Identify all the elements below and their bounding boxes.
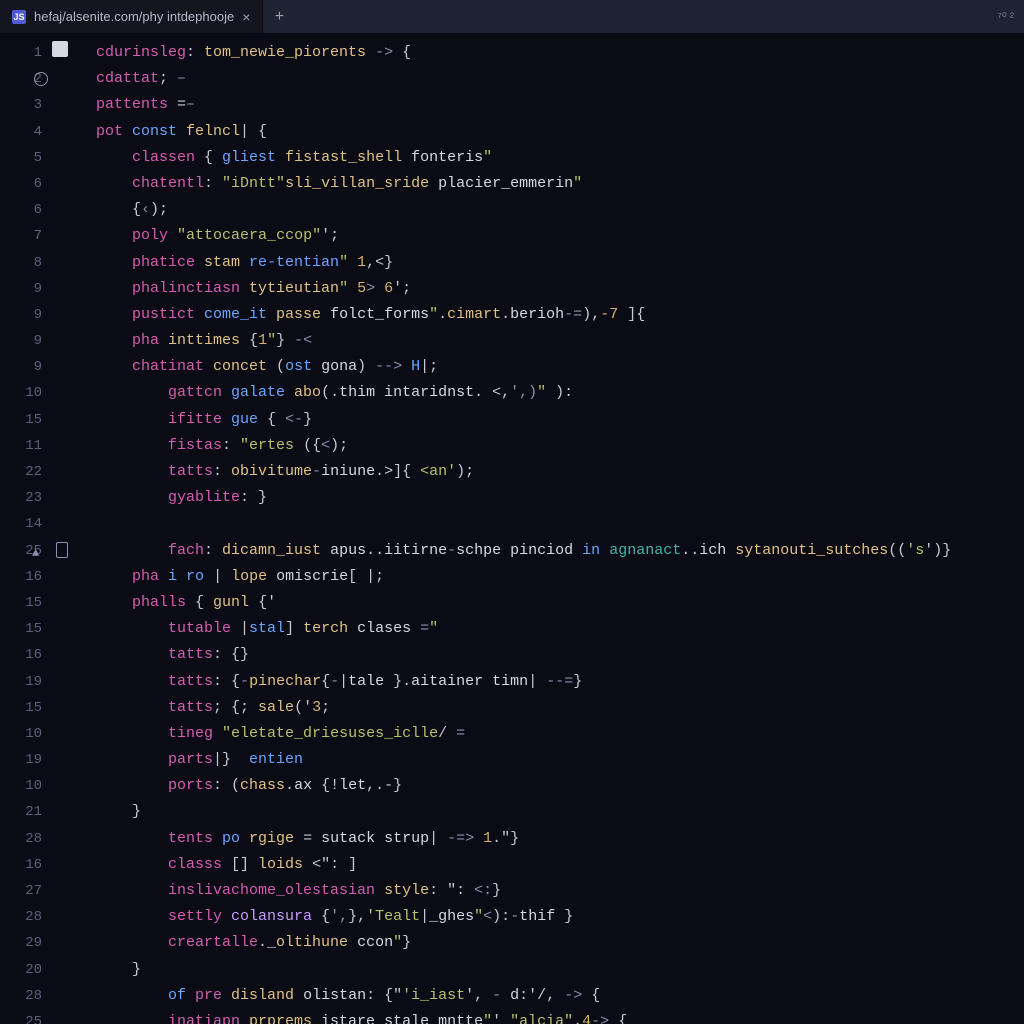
code-line[interactable]: pha i ro | lope omiscrie[ |; [96, 564, 1024, 590]
line-number: 29 [0, 930, 56, 956]
code-line[interactable]: tents po rgige = sutack strup| -=> 1."} [96, 826, 1024, 852]
line-number: 1 [0, 40, 56, 66]
code-content[interactable]: cdurinsleg: tom_newie_piorents -> {cdatt… [56, 34, 1024, 1024]
code-line[interactable]: phatice stam re-tentian" 1,<} [96, 250, 1024, 276]
code-line[interactable]: chatentl: "iDntt"sli_villan_sride placie… [96, 171, 1024, 197]
code-line[interactable]: classen { gliest fistast_shell fonteris" [96, 145, 1024, 171]
line-number: 11 [0, 433, 56, 459]
line-number: 5 [0, 145, 56, 171]
line-number: 9 [0, 328, 56, 354]
line-number: 16 [0, 564, 56, 590]
code-line[interactable]: pustict come_it passe folct_forms".cimar… [96, 302, 1024, 328]
line-number: 21 [0, 799, 56, 825]
code-line[interactable]: cdurinsleg: tom_newie_piorents -> { [96, 40, 1024, 66]
tab-title: hefaj/alsenite.com/phy intdephooje [34, 9, 234, 24]
line-number: 25 [0, 1009, 56, 1024]
code-line[interactable]: creartalle._oltihune ccon"} [96, 930, 1024, 956]
line-number: 8 [0, 250, 56, 276]
line-number: 27 [0, 878, 56, 904]
line-number: 9 [0, 354, 56, 380]
code-line[interactable]: cdattat; – [96, 66, 1024, 92]
code-line[interactable]: pot const felncl| { [96, 119, 1024, 145]
code-line[interactable]: tatts: obivitume-iniune.>]{ <an'); [96, 459, 1024, 485]
code-line[interactable]: settly colansura {',},'Tealt|_ghes"<):-t… [96, 904, 1024, 930]
code-line[interactable]: inatiapn prprems istare stale mntte"' "a… [96, 1009, 1024, 1024]
line-number: 25▲ [0, 538, 56, 564]
line-number: 19 [0, 669, 56, 695]
code-line[interactable]: parts|} entien [96, 747, 1024, 773]
code-line[interactable]: phalls { gunl {' [96, 590, 1024, 616]
code-line[interactable]: } [96, 957, 1024, 983]
gutter-marker-icon [56, 542, 68, 558]
line-number: 6 [0, 197, 56, 223]
code-line[interactable]: classs [] loids <": ] [96, 852, 1024, 878]
line-number: 23 [0, 485, 56, 511]
line-number: 9 [0, 302, 56, 328]
close-icon[interactable]: × [242, 10, 250, 24]
line-number: 10 [0, 380, 56, 406]
line-number: 16 [0, 642, 56, 668]
line-number: 2 [0, 66, 56, 92]
code-line[interactable]: phalinctiasn tytieutian" 5> 6'; [96, 276, 1024, 302]
code-line[interactable]: fistas: "ertes ({<); [96, 433, 1024, 459]
line-number: 28 [0, 983, 56, 1009]
code-line[interactable]: tineg "eletate_driesuses_iclle/ = [96, 721, 1024, 747]
code-line[interactable]: fach: dicamn_iust apus..iitirne-schpe pi… [96, 538, 1024, 564]
code-line[interactable]: tatts; {; sale('3; [96, 695, 1024, 721]
line-number: 20 [0, 957, 56, 983]
file-type-icon: JS [12, 10, 26, 24]
fold-marker-icon[interactable]: ▲ [32, 540, 39, 566]
line-number: 15 [0, 695, 56, 721]
code-line[interactable]: tatts: {} [96, 642, 1024, 668]
code-line[interactable]: tutable |stal] terch clases =" [96, 616, 1024, 642]
code-line[interactable]: pha inttimes {1"} -< [96, 328, 1024, 354]
line-number: 15 [0, 590, 56, 616]
code-line[interactable]: of pre disland olistan: {"'i_iast', - d:… [96, 983, 1024, 1009]
breakpoint-icon[interactable] [34, 72, 48, 86]
line-number-gutter: 123456678999910151122231425▲161515161915… [0, 34, 56, 1024]
code-line[interactable]: inslivachome_olestasian style: ": <:} [96, 878, 1024, 904]
line-number: 19 [0, 747, 56, 773]
editor-tab[interactable]: JS hefaj/alsenite.com/phy intdephooje × [0, 0, 263, 33]
code-line[interactable]: } [96, 799, 1024, 825]
code-line[interactable]: ports: (chass.ax {!let,.-} [96, 773, 1024, 799]
line-number: 3 [0, 92, 56, 118]
line-number: 10 [0, 721, 56, 747]
line-number: 9 [0, 276, 56, 302]
code-line[interactable]: {‹); [96, 197, 1024, 223]
line-number: 28 [0, 904, 56, 930]
line-number: 6 [0, 171, 56, 197]
code-line[interactable]: poly "attocaera_ccop"'; [96, 223, 1024, 249]
line-number: 15 [0, 407, 56, 433]
code-line[interactable]: chatinat concet (ost gona) --> H|; [96, 354, 1024, 380]
line-number: 10 [0, 773, 56, 799]
code-line[interactable]: pattents =– [96, 92, 1024, 118]
code-line[interactable]: gattcn galate abo(.thim intaridnst. <,',… [96, 380, 1024, 406]
line-number: 15 [0, 616, 56, 642]
line-number: 14 [0, 511, 56, 537]
code-line[interactable] [96, 511, 1024, 537]
code-line[interactable]: ifitte gue { <-} [96, 407, 1024, 433]
line-number: 16 [0, 852, 56, 878]
line-number: 28 [0, 826, 56, 852]
line-number: 22 [0, 459, 56, 485]
code-line[interactable]: tatts: {-pinechar{-|tale }.aitainer timn… [96, 669, 1024, 695]
code-line[interactable]: gyablite: } [96, 485, 1024, 511]
tab-bar: JS hefaj/alsenite.com/phy intdephooje × … [0, 0, 1024, 34]
tabbar-indicator: ⁷⁰ ² [998, 0, 1024, 33]
line-number: 4 [0, 119, 56, 145]
line-number: 7 [0, 223, 56, 249]
editor-area: 123456678999910151122231425▲161515161915… [0, 34, 1024, 1024]
new-tab-button[interactable]: + [263, 0, 295, 33]
